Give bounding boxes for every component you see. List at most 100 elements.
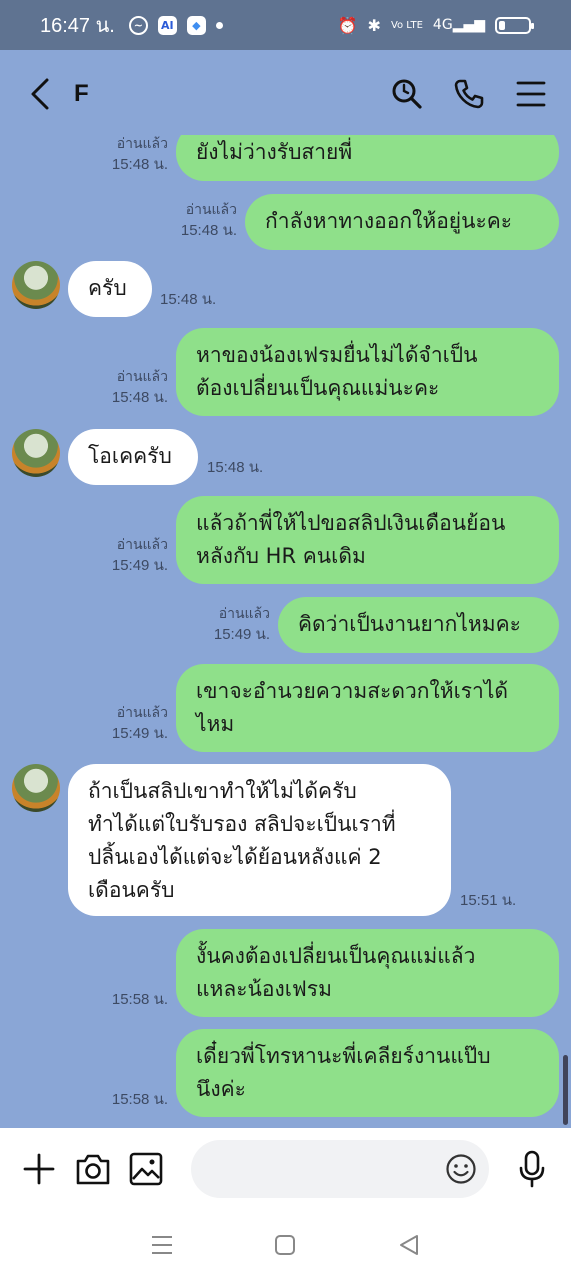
message-bubble-incoming[interactable]: โอเคครับ xyxy=(68,429,198,485)
alarm-icon: ⏰ xyxy=(337,15,358,35)
volte-icon: Vo LTE xyxy=(390,19,423,31)
message-text: ไหม xyxy=(196,712,235,736)
message-meta: 15:58 น. xyxy=(112,1089,168,1111)
message-text: ครับ xyxy=(88,276,127,300)
message-text: โอเคครับ xyxy=(88,444,172,468)
contact-avatar[interactable] xyxy=(12,764,60,812)
add-button[interactable] xyxy=(20,1149,58,1189)
message-bubble-outgoing[interactable]: เดี๋ยวพี่โทรหานะพี่เคลียร์งานแป๊บ นึงค่ะ xyxy=(176,1029,559,1117)
message-time: 15:58 น. xyxy=(111,1091,168,1108)
message-text: แล้วถ้าพี่ให้ไปขอสลิปเงินเดือนย้อน xyxy=(196,511,506,535)
message-time: 15:48 น. xyxy=(207,459,264,476)
read-receipt: อ่านแล้ว xyxy=(185,201,237,217)
message-text: หาของน้องเฟรมยื่นไม่ได้จำเป็น xyxy=(196,343,478,367)
message-bubble-outgoing[interactable]: กำลังหาทางออกให้อยู่นะคะ xyxy=(245,194,559,250)
contact-name[interactable]: F xyxy=(74,80,89,108)
message-bubble-outgoing[interactable]: เขาจะอำนวยความสะดวกให้เราได้ ไหม xyxy=(176,664,559,752)
message-input-bar xyxy=(0,1128,571,1210)
message-bubble-incoming[interactable]: ครับ xyxy=(68,261,152,317)
camera-button[interactable] xyxy=(74,1149,112,1189)
nav-recents-icon xyxy=(151,1236,172,1254)
message-text: เดี๋ยวพี่โทรหานะพี่เคลียร์งานแป๊บ xyxy=(196,1044,491,1068)
message-meta: อ่านแล้ว 15:48 น. xyxy=(181,198,237,242)
message-bubble-outgoing[interactable]: งั้นคงต้องเปลี่ยนเป็นคุณแม่แล้ว แหละน้อง… xyxy=(176,929,559,1017)
message-time: 15:48 น. xyxy=(160,291,217,308)
battery-icon xyxy=(495,16,534,34)
read-receipt: อ่านแล้ว xyxy=(116,536,168,552)
gallery-button[interactable] xyxy=(128,1149,166,1189)
search-button[interactable] xyxy=(389,76,425,112)
read-receipt: อ่านแล้ว xyxy=(116,368,168,384)
message-meta: 15:48 น. xyxy=(207,457,263,479)
status-time: 16:47 น. xyxy=(40,15,115,37)
emoji-icon[interactable] xyxy=(445,1153,477,1185)
message-bubble-outgoing[interactable]: แล้วถ้าพี่ให้ไปขอสลิปเงินเดือนย้อน หลังก… xyxy=(176,496,559,584)
message-text: คิดว่าเป็นงานยากไหมคะ xyxy=(298,612,521,636)
message-bubble-outgoing[interactable]: หาของน้องเฟรมยื่นไม่ได้จำเป็น ต้องเปลี่ย… xyxy=(176,328,559,416)
read-receipt: อ่านแล้ว xyxy=(116,704,168,720)
nav-home-icon xyxy=(275,1235,296,1255)
message-time: 15:49 น. xyxy=(111,725,168,742)
home-button[interactable] xyxy=(265,1225,305,1265)
message-text: งั้นคงต้องเปลี่ยนเป็นคุณแม่แล้ว xyxy=(196,944,476,968)
bluetooth-icon: ✱ xyxy=(367,15,381,35)
contact-avatar[interactable] xyxy=(12,261,60,309)
message-text: ทำได้แต่ใบรับรอง สลิปจะเป็นเราที่ xyxy=(88,812,396,836)
message-text: ต้องเปลี่ยนเป็นคุณแม่นะคะ xyxy=(196,376,440,400)
message-time: 15:48 น. xyxy=(111,156,168,173)
message-text: หลังกับ HR คนเดิม xyxy=(196,544,366,568)
message-time: 15:51 น. xyxy=(460,892,517,909)
phone-icon xyxy=(454,79,484,109)
read-receipt: อ่านแล้ว xyxy=(116,135,168,151)
message-meta: อ่านแล้ว 15:48 น. xyxy=(112,365,168,409)
voice-button[interactable] xyxy=(513,1149,551,1189)
plus-icon xyxy=(23,1153,55,1185)
message-input[interactable] xyxy=(191,1140,490,1198)
system-navigation-bar xyxy=(0,1210,571,1280)
contact-avatar[interactable] xyxy=(12,429,60,477)
menu-button[interactable] xyxy=(513,76,549,112)
read-receipt: อ่านแล้ว xyxy=(218,605,270,621)
message-text: นึงค่ะ xyxy=(196,1077,246,1101)
menu-icon xyxy=(516,81,546,107)
mic-icon xyxy=(519,1150,545,1188)
notification-icons: ~ AI ◆ xyxy=(128,15,223,35)
message-meta: 15:58 น. xyxy=(112,989,168,1011)
message-text: ถ้าเป็นสลิปเขาทำให้ไม่ได้ครับ xyxy=(88,779,357,803)
message-time: 15:58 น. xyxy=(111,991,168,1008)
message-time: 15:48 น. xyxy=(111,389,168,406)
message-text: เดือนครับ xyxy=(88,878,175,902)
camera-icon xyxy=(76,1154,109,1185)
search-icon xyxy=(392,79,422,109)
message-meta: อ่านแล้ว 15:48 น. xyxy=(112,135,168,176)
back-icon xyxy=(31,78,49,110)
message-meta: อ่านแล้ว 15:49 น. xyxy=(214,602,270,646)
message-time: 15:48 น. xyxy=(180,222,237,239)
ai-app-icon: AI xyxy=(157,15,177,35)
status-bar: 16:47 น. ~ AI ◆ ⏰ ✱ Vo LTE 4G▂▄▆ xyxy=(0,0,571,50)
recents-button[interactable] xyxy=(142,1225,182,1265)
system-back-button[interactable] xyxy=(389,1225,429,1265)
more-notifications-icon xyxy=(215,21,223,29)
call-button[interactable] xyxy=(451,76,487,112)
chat-header: F xyxy=(0,50,571,138)
message-meta: 15:48 น. xyxy=(160,289,216,311)
message-meta: อ่านแล้ว 15:49 น. xyxy=(112,701,168,745)
image-icon xyxy=(130,1152,163,1186)
message-bubble-outgoing[interactable]: ยังไม่ว่างรับสายพี่ xyxy=(176,135,559,181)
signal-icon: 4G▂▄▆ xyxy=(432,17,485,33)
app-notification-icon: ◆ xyxy=(186,15,206,35)
message-bubble-incoming[interactable]: ถ้าเป็นสลิปเขาทำให้ไม่ได้ครับ ทำได้แต่ใบ… xyxy=(68,764,451,916)
chat-scrollbar[interactable] xyxy=(563,1055,568,1125)
message-text: แหละน้องเฟรม xyxy=(196,977,332,1001)
message-text: กำลังหาทางออกให้อยู่นะคะ xyxy=(265,209,513,233)
message-meta: อ่านแล้ว 15:49 น. xyxy=(112,533,168,577)
message-bubble-outgoing[interactable]: คิดว่าเป็นงานยากไหมคะ xyxy=(278,597,559,653)
nav-back-icon xyxy=(400,1235,419,1255)
message-text: ปลิ้นเองได้แต่จะได้ย้อนหลังแค่ 2 xyxy=(88,845,382,869)
back-button[interactable] xyxy=(22,76,58,112)
chat-messages[interactable]: อ่านแล้ว 15:48 น. ยังไม่ว่างรับสายพี่ อ่… xyxy=(0,135,571,1128)
message-text: เขาจะอำนวยความสะดวกให้เราได้ xyxy=(196,679,509,703)
message-time: 15:49 น. xyxy=(111,557,168,574)
messenger-icon: ~ xyxy=(128,15,148,35)
